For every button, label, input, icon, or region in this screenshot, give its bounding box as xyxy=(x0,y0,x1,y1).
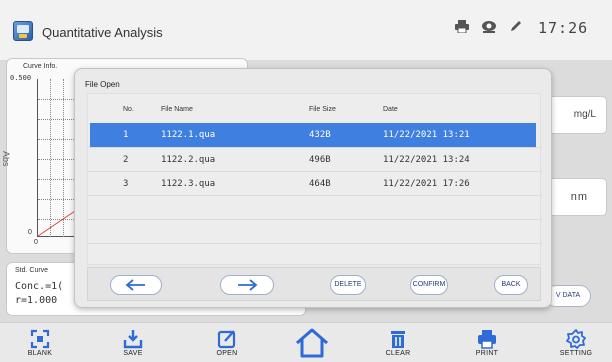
wavelength-unit: nm xyxy=(570,191,588,203)
concentration-field[interactable]: mg/L xyxy=(545,96,607,134)
clear-label: CLEAR xyxy=(385,350,411,357)
file-name: 1122.3.qua xyxy=(161,179,216,189)
app-icon xyxy=(13,21,33,41)
wavelength-field[interactable]: nm xyxy=(545,178,607,216)
setting-label: SETTING xyxy=(559,350,593,357)
file-size: 464B xyxy=(309,179,331,189)
file-no: 3 xyxy=(123,179,129,189)
table-header: No. File Name File Size Date xyxy=(88,94,542,122)
file-open-dialog: File Open No. File Name File Size Date 1… xyxy=(74,68,552,308)
file-name: 1122.1.qua xyxy=(161,130,216,140)
webcam-icon[interactable] xyxy=(481,20,497,36)
column-header-date: Date xyxy=(383,106,398,113)
delete-button[interactable]: DELETE xyxy=(330,275,366,295)
dialog-title: File Open xyxy=(85,80,120,89)
y-axis-max-label: 0.500 xyxy=(10,74,32,82)
bottom-toolbar: BLANK SAVE OPEN CLEAR PRINT SETTING xyxy=(0,322,612,362)
file-no: 1 xyxy=(123,130,129,140)
calibration-curve xyxy=(37,210,76,237)
file-date: 11/22/2021 17:26 xyxy=(383,179,470,189)
setting-button[interactable]: SETTING xyxy=(546,329,606,362)
clock: 17:26 xyxy=(538,19,589,37)
open-icon xyxy=(217,330,236,349)
file-name: 1122.2.qua xyxy=(161,155,216,165)
concentration-unit: mg/L xyxy=(573,109,596,120)
table-row-empty xyxy=(88,195,542,219)
open-label: OPEN xyxy=(216,350,238,357)
blank-icon xyxy=(30,329,50,349)
std-curve-equation: Conc.=1( xyxy=(15,281,64,292)
column-header-name: File Name xyxy=(161,106,193,113)
arrow-left-icon xyxy=(125,279,145,291)
status-icons xyxy=(455,20,522,36)
curve-info-label: Curve Info. xyxy=(23,63,58,70)
table-row-empty xyxy=(88,243,542,267)
gear-icon xyxy=(566,329,586,349)
column-header-size: File Size xyxy=(309,106,336,113)
home-button[interactable] xyxy=(282,327,342,362)
title-bar: Quantitative Analysis 17:26 xyxy=(0,0,612,60)
y-axis-label: Abs xyxy=(1,151,11,167)
file-date: 11/22/2021 13:21 xyxy=(383,130,470,140)
table-row[interactable]: 2 1122.2.qua 496B 11/22/2021 13:24 xyxy=(88,147,542,171)
std-curve-label: Std. Curve xyxy=(15,267,49,274)
save-button[interactable]: SAVE xyxy=(103,329,163,362)
file-table: No. File Name File Size Date 1 1122.1.qu… xyxy=(87,93,542,267)
clear-button[interactable]: CLEAR xyxy=(368,329,428,362)
print-button[interactable]: PRINT xyxy=(457,329,517,362)
trash-icon xyxy=(391,331,405,348)
std-curve-correlation: r=1.000 xyxy=(15,295,58,306)
next-page-button[interactable] xyxy=(220,275,274,295)
blank-button[interactable]: BLANK xyxy=(10,329,70,362)
x-axis-min-label: 0 xyxy=(34,239,38,246)
prev-page-button[interactable] xyxy=(110,275,162,295)
confirm-button[interactable]: CONFIRM xyxy=(410,275,448,295)
column-header-no: No. xyxy=(123,106,134,113)
file-no: 2 xyxy=(123,155,129,165)
print-label: PRINT xyxy=(475,350,499,357)
save-icon xyxy=(123,330,143,349)
file-size: 432B xyxy=(309,130,331,140)
blank-label: BLANK xyxy=(27,350,53,357)
dialog-button-bar: DELETE CONFIRM BACK xyxy=(87,267,541,301)
home-icon xyxy=(296,328,328,358)
arrow-right-icon xyxy=(238,279,258,291)
table-row-selected[interactable]: 1 1122.1.qua 432B 11/22/2021 13:21 xyxy=(90,123,536,147)
table-row[interactable]: 3 1122.3.qua 464B 11/22/2021 17:26 xyxy=(88,171,542,195)
open-button[interactable]: OPEN xyxy=(197,329,257,362)
back-button[interactable]: BACK xyxy=(494,275,528,295)
edit-icon[interactable] xyxy=(509,20,522,36)
file-size: 496B xyxy=(309,155,331,165)
table-row-empty xyxy=(88,219,542,243)
page-title: Quantitative Analysis xyxy=(42,25,163,40)
y-axis-min-label: 0 xyxy=(28,229,32,236)
printer-icon[interactable] xyxy=(455,20,469,36)
save-label: SAVE xyxy=(123,350,143,357)
file-date: 11/22/2021 13:24 xyxy=(383,155,470,165)
print-icon xyxy=(478,330,496,349)
